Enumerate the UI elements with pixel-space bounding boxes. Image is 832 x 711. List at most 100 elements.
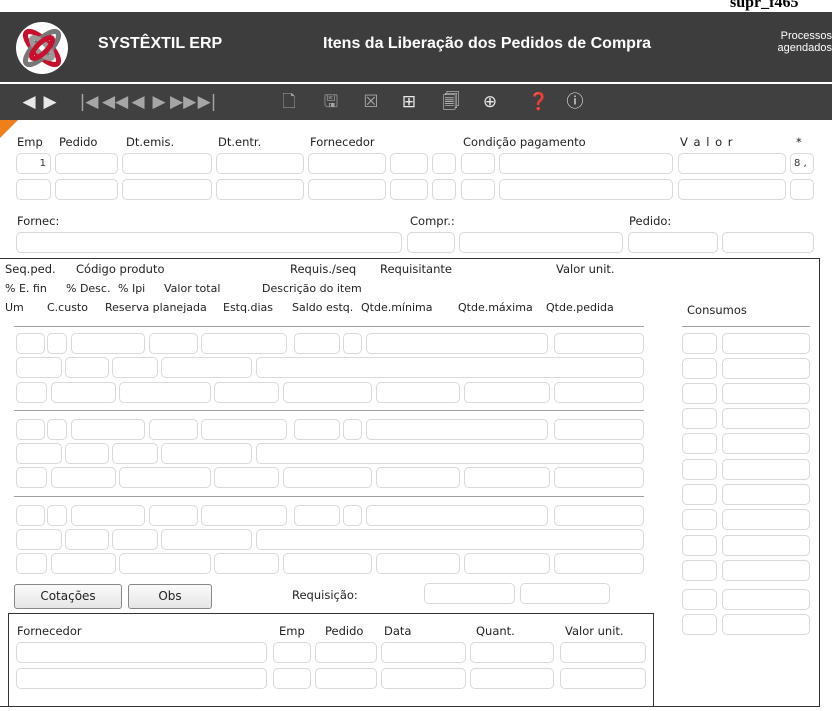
processos-agendados-link[interactable]: Processos agendados [752, 30, 832, 54]
item1-codigo-field-2[interactable] [149, 333, 198, 354]
help-icon[interactable]: ❓ [528, 90, 550, 114]
cot-row2-quant-field[interactable] [470, 668, 554, 689]
item1-um-field[interactable] [16, 382, 47, 403]
consumo-row-3-b[interactable] [722, 383, 810, 404]
dt-emis-field[interactable] [122, 153, 212, 174]
consumo-row-1-a[interactable] [682, 333, 717, 354]
item1-descricao-field[interactable] [256, 357, 644, 378]
item2-saldo-field[interactable] [283, 467, 372, 488]
item3-ipi-field[interactable] [112, 529, 158, 550]
consumo-row-9-b[interactable] [722, 535, 810, 556]
item3-c-custo-field[interactable] [51, 553, 116, 574]
consumo-row-4-b[interactable] [722, 408, 810, 429]
item1-saldo-field[interactable] [283, 382, 372, 403]
item2-codigo-field-2[interactable] [149, 419, 198, 440]
cot-row2-fornecedor-field[interactable] [16, 668, 267, 689]
item2-codigo-field-1[interactable] [71, 419, 145, 440]
item3-reserva-field[interactable] [119, 553, 211, 574]
fornec-field[interactable] [16, 232, 402, 253]
item3-codigo-field-3[interactable] [201, 505, 287, 526]
obs-button[interactable]: Obs [128, 584, 212, 609]
requisicao-field-2[interactable] [520, 583, 610, 604]
item3-codigo-field-2[interactable] [149, 505, 198, 526]
cot-row1-pedido-field[interactable] [315, 642, 377, 663]
consumo-row-5-b[interactable] [722, 433, 810, 454]
item2-requis-field[interactable] [294, 419, 340, 440]
new-record-icon[interactable]: 🗋 [278, 90, 300, 114]
item2-qtde-ped-field[interactable] [554, 467, 644, 488]
consumo-row-9-a[interactable] [682, 535, 717, 556]
item1-valor-unit-field[interactable] [554, 333, 644, 354]
consumo-row-6-b[interactable] [722, 459, 810, 480]
cot-row2-valor-unit-field[interactable] [560, 668, 646, 689]
dt-entr-field[interactable] [216, 153, 304, 174]
item3-requis-field[interactable] [294, 505, 340, 526]
valor-field[interactable] [678, 153, 786, 174]
consumo-row-7-b[interactable] [722, 484, 810, 505]
prev-page-icon[interactable]: ◀◀ [102, 90, 128, 114]
consumo-row-11-a[interactable] [682, 589, 717, 610]
prev-record-icon[interactable]: ◀ [129, 90, 147, 114]
fornecedor-field-row2-1[interactable] [308, 179, 386, 200]
consumo-row-11-b[interactable] [722, 589, 810, 610]
item1-qtde-min-field[interactable] [376, 382, 460, 403]
condicao-desc-field-row2[interactable] [499, 179, 673, 200]
condicao-code-field-row2[interactable] [461, 179, 495, 200]
item3-qtde-ped-field[interactable] [554, 553, 644, 574]
item3-saldo-field[interactable] [283, 553, 372, 574]
item3-estq-dias-field[interactable] [214, 553, 279, 574]
item3-requisitante-field[interactable] [366, 505, 548, 526]
next-record-icon[interactable]: ▶ [150, 90, 168, 114]
requisicao-field-1[interactable] [424, 583, 515, 604]
item3-qtde-max-field[interactable] [464, 553, 550, 574]
item1-valor-total-field[interactable] [161, 357, 252, 378]
delete-icon[interactable]: ☒ [360, 90, 382, 114]
item2-requis-seq-field[interactable] [343, 419, 362, 440]
item3-seq-field[interactable] [16, 505, 45, 526]
pedido-field-row2[interactable] [55, 179, 118, 200]
item2-seq2-field[interactable] [47, 419, 67, 440]
first-record-icon[interactable]: |◀ [78, 90, 100, 114]
item3-e-fin-field[interactable] [16, 529, 62, 550]
consumo-row-7-a[interactable] [682, 484, 717, 505]
valor-field-row2[interactable] [678, 179, 786, 200]
item1-c-custo-field[interactable] [51, 382, 116, 403]
item3-codigo-field-1[interactable] [71, 505, 145, 526]
pedido2-field-2[interactable] [722, 232, 814, 253]
item2-valor-total-field[interactable] [161, 443, 252, 464]
item1-reserva-field[interactable] [119, 382, 211, 403]
item2-seq-field[interactable] [16, 419, 45, 440]
consumo-row-5-a[interactable] [682, 433, 717, 454]
consumo-row-8-a[interactable] [682, 509, 717, 530]
item3-valor-unit-field[interactable] [554, 505, 644, 526]
info-icon[interactable]: ⓘ [564, 90, 586, 114]
item1-estq-dias-field[interactable] [214, 382, 279, 403]
item2-requisitante-field[interactable] [366, 419, 548, 440]
consumo-row-10-b[interactable] [722, 560, 810, 581]
cot-row1-emp-field[interactable] [273, 642, 311, 663]
item3-um-field[interactable] [16, 553, 47, 574]
item1-codigo-field-3[interactable] [201, 333, 287, 354]
star-field-row2[interactable] [790, 179, 814, 200]
item1-qtde-max-field[interactable] [464, 382, 550, 403]
consumo-row-1-b[interactable] [722, 333, 810, 354]
consumo-row-12-a[interactable] [682, 614, 717, 635]
item1-requis-field[interactable] [294, 333, 340, 354]
cot-row1-quant-field[interactable] [470, 642, 554, 663]
item1-codigo-field-1[interactable] [71, 333, 145, 354]
consumo-row-6-a[interactable] [682, 459, 717, 480]
zoom-icon[interactable]: ⊕ [479, 90, 501, 114]
item2-um-field[interactable] [16, 467, 47, 488]
prev-icon[interactable]: ◀ [20, 90, 38, 114]
item3-qtde-min-field[interactable] [376, 553, 460, 574]
item3-descricao-field[interactable] [256, 529, 644, 550]
fornecedor-field-row2-3[interactable] [432, 179, 456, 200]
item2-reserva-field[interactable] [119, 467, 211, 488]
item3-desc-field[interactable] [65, 529, 109, 550]
item1-qtde-ped-field[interactable] [554, 382, 644, 403]
item2-c-custo-field[interactable] [51, 467, 116, 488]
fornecedor-field-2[interactable] [390, 153, 428, 174]
cot-row2-data-field[interactable] [381, 668, 466, 689]
item2-ipi-field[interactable] [112, 443, 158, 464]
item3-requis-seq-field[interactable] [343, 505, 362, 526]
